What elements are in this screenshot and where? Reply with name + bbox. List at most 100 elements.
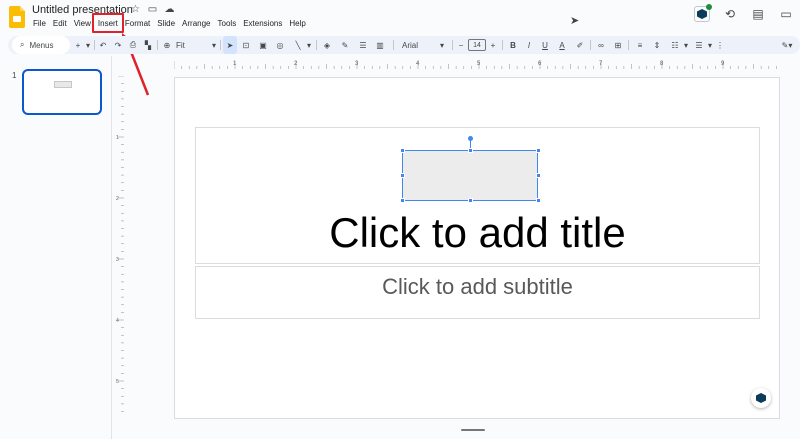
subtitle-placeholder[interactable]: Click to add subtitle <box>195 272 760 302</box>
zoom-select[interactable]: Fit ▾ <box>176 36 216 54</box>
font-size-value: 14 <box>468 39 486 51</box>
vertical-ruler-label: 4 <box>116 318 119 324</box>
ruler-label: 6 <box>538 61 542 67</box>
select-tool-icon[interactable]: ➤ <box>223 36 237 54</box>
comments-icon[interactable]: ▤ <box>744 7 772 21</box>
font-size-input[interactable]: 14 <box>467 36 487 54</box>
underline-button[interactable]: U <box>538 36 552 54</box>
menu-arrange[interactable]: Arrange <box>179 18 213 29</box>
filmstrip-divider[interactable] <box>111 56 112 439</box>
search-menus-button[interactable]: ⌕ Menus <box>12 36 70 54</box>
chevron-down-icon: ▾ <box>439 40 444 50</box>
resize-handle-w[interactable] <box>400 173 405 178</box>
slide-thumbnail[interactable] <box>22 69 102 115</box>
vertical-ruler-label: 5 <box>116 379 119 385</box>
menu-bar: File Edit View Insert Format Slide Arran… <box>30 18 310 29</box>
highlight-color-icon[interactable]: ✐ <box>573 36 587 54</box>
text-box-icon[interactable]: ⊡ <box>239 36 253 54</box>
vertical-ruler-label: 1 <box>116 135 119 141</box>
zoom-value: Fit <box>176 40 185 50</box>
ruler-label: 5 <box>477 61 481 67</box>
insert-image-icon[interactable]: ▣ <box>256 36 270 54</box>
line-spacing-icon[interactable]: ⇕ <box>650 36 664 54</box>
new-slide-icon[interactable]: + <box>72 36 84 54</box>
move-folder-icon[interactable]: ▭ <box>147 4 158 15</box>
zoom-icon[interactable]: ⊕ <box>160 36 174 54</box>
menu-format[interactable]: Format <box>122 18 153 29</box>
fill-color-icon[interactable]: ◈ <box>320 36 334 54</box>
bold-button[interactable]: B <box>506 36 520 54</box>
menu-file[interactable]: File <box>30 18 49 29</box>
ruler-label: 9 <box>721 61 725 67</box>
title-placeholder[interactable]: Click to add title <box>195 205 760 261</box>
resize-handle-e[interactable] <box>536 173 541 178</box>
menu-tools[interactable]: Tools <box>215 18 240 29</box>
ruler-label: 7 <box>599 61 603 67</box>
ruler-label: 1 <box>233 61 237 67</box>
insert-annotation-box <box>92 13 124 33</box>
resize-handle-sw[interactable] <box>400 198 405 203</box>
text-color-button[interactable]: A <box>555 36 569 54</box>
menu-extensions[interactable]: Extensions <box>240 18 285 29</box>
resize-handle-se[interactable] <box>536 198 541 203</box>
numbered-list-icon[interactable]: ☰ <box>692 36 706 54</box>
menu-slide[interactable]: Slide <box>154 18 178 29</box>
search-icon: ⌕ <box>20 40 25 49</box>
paint-format-icon[interactable]: ▚ <box>141 36 155 54</box>
slides-logo-icon[interactable] <box>9 6 25 28</box>
assistant-icon[interactable] <box>751 388 771 408</box>
ruler-label: 4 <box>416 61 420 67</box>
rotation-handle[interactable] <box>468 136 473 141</box>
insert-link-icon[interactable]: ∞ <box>594 36 608 54</box>
menus-label: Menus <box>29 40 54 50</box>
cloud-status-icon[interactable]: ☁ <box>164 4 175 15</box>
ruler-label: 3 <box>355 61 359 67</box>
more-options-icon[interactable]: ▭ <box>772 7 800 21</box>
resize-handle-s[interactable] <box>468 198 473 203</box>
toolbar: ⌕ Menus + ▾ ↶ ↷ ⎙ ▚ ⊕ Fit ▾ ➤ ⊡ ▣ ◎ ╲ ▾ … <box>8 36 800 54</box>
bulleted-list-icon[interactable]: ☷ <box>668 36 682 54</box>
slide-number: 1 <box>12 71 17 80</box>
ruler-label: 2 <box>294 61 298 67</box>
border-weight-icon[interactable]: ☰ <box>356 36 370 54</box>
vertical-ruler-label: 2 <box>116 196 119 202</box>
vertical-ruler-label: 3 <box>116 257 119 263</box>
version-history-icon[interactable]: ⟲ <box>716 7 744 21</box>
line-dropdown-icon[interactable]: ▾ <box>305 36 313 54</box>
decrease-font-size-icon[interactable]: − <box>456 36 466 54</box>
list-dropdown-icon[interactable]: ▾ <box>682 36 690 54</box>
print-icon[interactable]: ⎙ <box>126 36 140 54</box>
chevron-down-icon: ▾ <box>211 40 216 50</box>
redo-icon[interactable]: ↷ <box>111 36 125 54</box>
menu-help[interactable]: Help <box>286 18 308 29</box>
menu-view[interactable]: View <box>71 18 94 29</box>
resize-handle-n[interactable] <box>468 148 473 153</box>
editing-mode-icon[interactable]: ✎▾ <box>778 36 796 54</box>
resize-handle-ne[interactable] <box>536 148 541 153</box>
line-icon[interactable]: ╲ <box>291 36 305 54</box>
italic-button[interactable]: I <box>522 36 536 54</box>
horizontal-ruler[interactable]: 1 2 3 4 5 6 7 8 9 <box>174 59 784 69</box>
border-dash-icon[interactable]: ▥ <box>373 36 387 54</box>
add-comment-icon[interactable]: ⊞ <box>611 36 625 54</box>
new-slide-dropdown-icon[interactable]: ▾ <box>84 36 92 54</box>
vertical-ruler[interactable]: 1 2 3 4 5 <box>114 75 124 416</box>
numbered-list-dropdown-icon[interactable]: ▾ <box>706 36 714 54</box>
increase-font-size-icon[interactable]: + <box>488 36 498 54</box>
ruler-label: 8 <box>660 61 664 67</box>
more-toolbar-icon[interactable]: ⋮ <box>715 36 725 54</box>
resize-handle-nw[interactable] <box>400 148 405 153</box>
star-icon[interactable]: ☆ <box>130 4 141 15</box>
shape-icon[interactable]: ◎ <box>273 36 287 54</box>
border-color-icon[interactable]: ✎ <box>338 36 352 54</box>
thumbnail-shape <box>54 81 72 88</box>
speaker-notes-handle[interactable] <box>461 429 485 431</box>
undo-icon[interactable]: ↶ <box>96 36 110 54</box>
menu-edit[interactable]: Edit <box>50 18 70 29</box>
selected-rectangle-shape[interactable] <box>402 150 538 201</box>
align-icon[interactable]: ≡ <box>632 36 648 54</box>
font-family-value: Arial <box>402 40 419 50</box>
font-family-select[interactable]: Arial ▾ <box>398 36 448 54</box>
mouse-cursor-icon: ➤ <box>570 15 580 27</box>
addon-icon[interactable] <box>694 4 712 22</box>
